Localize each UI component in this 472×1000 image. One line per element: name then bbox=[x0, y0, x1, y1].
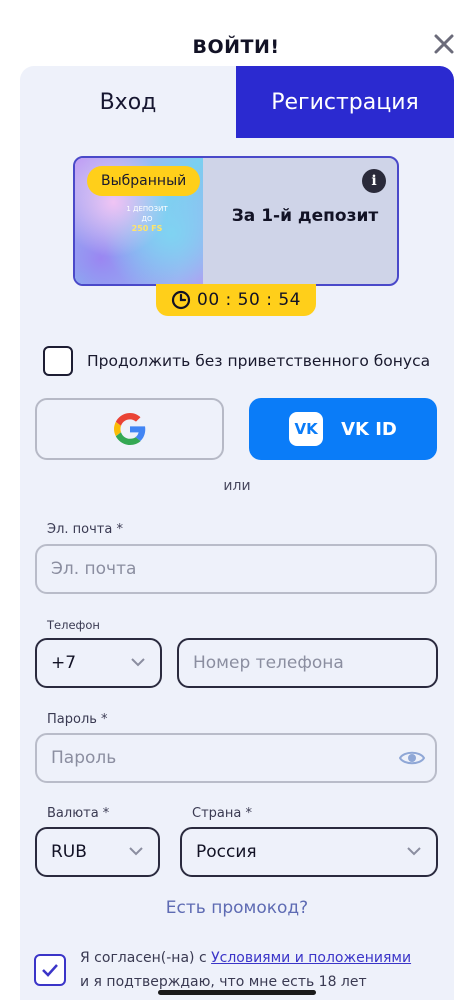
phone-code-value: +7 bbox=[51, 653, 77, 673]
chevron-down-icon bbox=[131, 658, 145, 667]
no-bonus-option[interactable]: Продолжить без приветственного бонуса bbox=[43, 346, 430, 376]
bonus-image-line2: ДО bbox=[141, 215, 153, 223]
bonus-image-line3: 250 FS bbox=[131, 224, 163, 233]
or-divider: или bbox=[223, 478, 251, 494]
phone-placeholder: Номер телефона bbox=[193, 653, 344, 673]
terms-link[interactable]: Условиями и положениями bbox=[211, 950, 411, 966]
checkmark-icon bbox=[42, 964, 58, 977]
bonus-image-line1: 1 ДЕПОЗИТ bbox=[126, 205, 168, 213]
bonus-timer: 00 : 50 : 54 bbox=[156, 284, 316, 316]
country-select[interactable]: Россия bbox=[180, 827, 438, 877]
info-icon[interactable]: i bbox=[362, 169, 386, 193]
email-field[interactable]: Эл. почта bbox=[35, 544, 437, 594]
tab-register[interactable]: Регистрация bbox=[236, 66, 454, 138]
phone-number-field[interactable]: Номер телефона bbox=[177, 638, 438, 688]
phone-code-select[interactable]: +7 bbox=[35, 638, 162, 688]
phone-label: Телефон bbox=[47, 618, 100, 632]
auth-card: Вход Регистрация 1 ДЕПОЗИТ ДО 250 FS Выб… bbox=[20, 66, 454, 1000]
terms-text-before: Я согласен(-на) с bbox=[80, 950, 212, 966]
registration-screen: ВОЙТИ! Вход Регистрация 1 ДЕПОЗИТ ДО 250… bbox=[0, 0, 472, 1000]
tab-login[interactable]: Вход bbox=[20, 66, 236, 138]
password-label: Пароль * bbox=[47, 712, 108, 727]
no-bonus-checkbox[interactable] bbox=[43, 346, 73, 376]
currency-select[interactable]: RUB bbox=[35, 827, 160, 877]
terms-text: Я согласен(-на) с Условиями и положениям… bbox=[80, 946, 452, 994]
currency-label: Валюта * bbox=[47, 806, 110, 821]
vk-label: VK ID bbox=[341, 418, 397, 440]
google-login-button[interactable] bbox=[35, 398, 224, 460]
close-button[interactable] bbox=[426, 26, 462, 62]
chevron-down-icon bbox=[407, 847, 421, 856]
bonus-card[interactable]: 1 ДЕПОЗИТ ДО 250 FS Выбранный i За 1-й д… bbox=[73, 156, 399, 286]
promo-code-link[interactable]: Есть промокод? bbox=[20, 898, 454, 918]
vk-login-button[interactable]: VK VK ID bbox=[249, 398, 437, 460]
vk-icon: VK bbox=[289, 412, 324, 446]
currency-value: RUB bbox=[51, 842, 87, 862]
email-placeholder: Эл. почта bbox=[51, 559, 137, 579]
timer-value: 00 : 50 : 54 bbox=[197, 290, 301, 310]
password-field[interactable]: Пароль bbox=[35, 733, 437, 783]
close-icon bbox=[434, 34, 454, 54]
clock-icon bbox=[171, 290, 191, 310]
bonus-image-text: 1 ДЕПОЗИТ ДО 250 FS bbox=[117, 204, 177, 234]
home-indicator bbox=[158, 990, 316, 995]
terms-checkbox[interactable] bbox=[34, 954, 66, 986]
chevron-down-icon bbox=[129, 847, 143, 856]
country-value: Россия bbox=[196, 842, 257, 862]
country-label: Страна * bbox=[192, 806, 252, 821]
bonus-title: За 1-й депозит bbox=[231, 206, 379, 226]
eye-icon[interactable] bbox=[399, 748, 425, 768]
email-label: Эл. почта * bbox=[47, 522, 123, 537]
terms-text-after: и я подтверждаю, что мне есть 18 лет bbox=[80, 974, 367, 990]
selected-badge: Выбранный bbox=[87, 166, 201, 196]
auth-tabs: Вход Регистрация bbox=[20, 66, 454, 138]
no-bonus-label: Продолжить без приветственного бонуса bbox=[87, 352, 431, 370]
google-icon bbox=[113, 413, 145, 445]
password-placeholder: Пароль bbox=[51, 748, 117, 768]
page-title: ВОЙТИ! bbox=[192, 36, 280, 58]
